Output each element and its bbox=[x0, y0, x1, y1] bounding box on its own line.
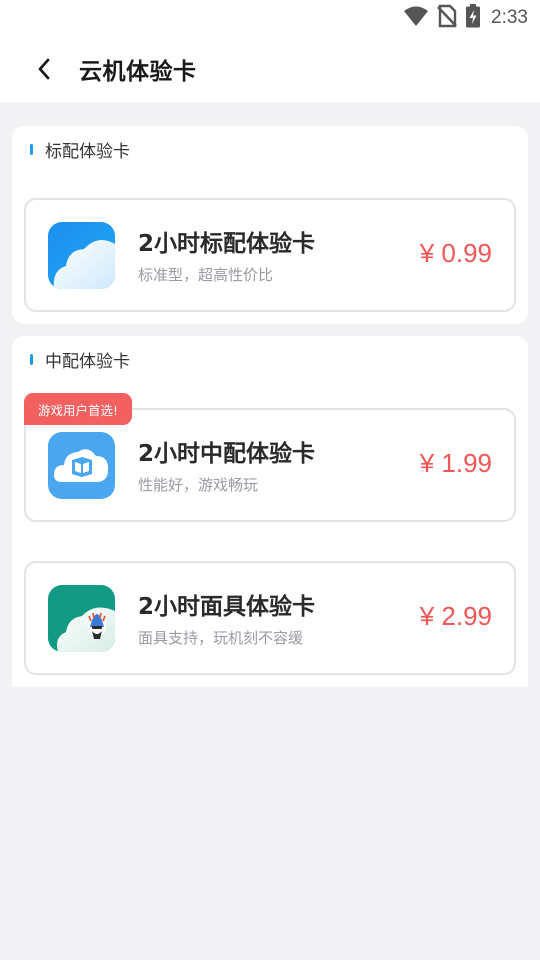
card-price: ¥ 1.99 bbox=[419, 448, 492, 478]
wifi-icon bbox=[403, 5, 429, 31]
card-price: ¥ 2.99 bbox=[419, 601, 492, 631]
section-marker bbox=[30, 353, 33, 365]
section-standard: 标配体验卡 2小时标配体验卡 标准型，超高性价比 ¥ 0.99 bbox=[12, 126, 528, 324]
back-button[interactable] bbox=[28, 53, 60, 85]
card-desc: 性能好，游戏畅玩 bbox=[138, 476, 259, 494]
card-medium[interactable]: 2小时中配体验卡 性能好，游戏畅玩 ¥ 1.99 bbox=[24, 408, 516, 522]
section-medium: 中配体验卡 游戏用户首选! 2小时中配体验卡 性能好，游戏畅玩 ¥ 1.99 2… bbox=[12, 336, 528, 687]
no-sim-icon bbox=[437, 4, 457, 32]
card-name: 2小时中配体验卡 bbox=[138, 441, 316, 467]
card-name: 2小时标配体验卡 bbox=[138, 231, 316, 257]
section-title: 标配体验卡 bbox=[45, 141, 130, 162]
page-title: 云机体验卡 bbox=[79, 59, 197, 85]
chevron-left-icon bbox=[38, 58, 50, 80]
card-mask[interactable]: 2小时面具体验卡 面具支持，玩机刻不容缓 ¥ 2.99 bbox=[24, 561, 516, 675]
status-time: 2:33 bbox=[491, 7, 528, 28]
cloud-cube-icon bbox=[48, 432, 115, 499]
status-bar: 2:33 bbox=[0, 0, 540, 36]
cloud-mask-icon bbox=[48, 585, 115, 652]
card-standard[interactable]: 2小时标配体验卡 标准型，超高性价比 ¥ 0.99 bbox=[24, 198, 516, 312]
card-name: 2小时面具体验卡 bbox=[138, 594, 316, 620]
section-marker bbox=[30, 143, 33, 155]
section-title: 中配体验卡 bbox=[45, 351, 130, 372]
card-desc: 面具支持，玩机刻不容缓 bbox=[138, 629, 304, 647]
section-header: 中配体验卡 bbox=[30, 348, 130, 372]
battery-charging-icon bbox=[465, 4, 481, 32]
card-price: ¥ 0.99 bbox=[419, 238, 492, 268]
card-desc: 标准型，超高性价比 bbox=[138, 266, 274, 284]
section-header: 标配体验卡 bbox=[30, 138, 130, 162]
header: 云机体验卡 bbox=[0, 36, 540, 102]
status-icons: 2:33 bbox=[403, 4, 528, 32]
recommend-badge: 游戏用户首选! bbox=[24, 393, 132, 425]
cloud-icon bbox=[48, 222, 115, 289]
